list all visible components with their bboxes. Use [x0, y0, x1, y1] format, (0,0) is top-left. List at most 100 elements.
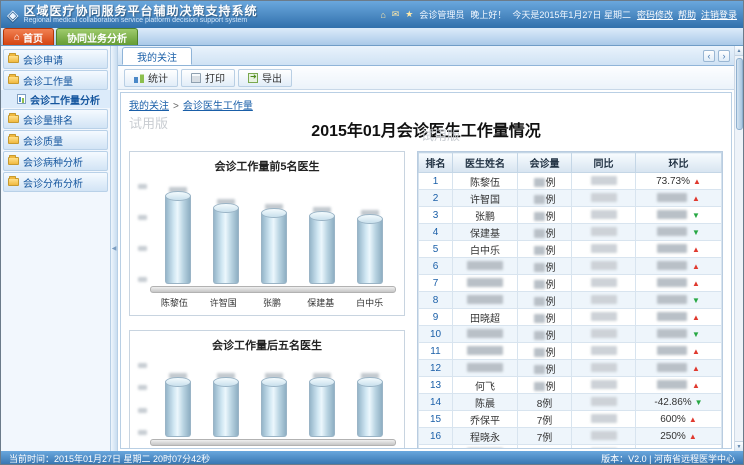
sidebar-item[interactable]: 会诊分布分析: [3, 172, 108, 192]
sidebar-item-label: 会诊量排名: [23, 112, 73, 127]
table-column: 排名医生姓名会诊量同比环比 1陈黎伍例73.73%▲2许智国例▲3张鹏例▼4保建…: [417, 151, 723, 449]
chart-title: 会诊工作量后五名医生: [136, 337, 398, 353]
chart-base: [150, 439, 396, 446]
sidebar-item-label: 会诊申请: [23, 52, 63, 67]
sidebar-collapse-handle[interactable]: ◀: [111, 46, 118, 451]
mom-blur: [657, 244, 687, 253]
name-cell: [453, 275, 518, 292]
table-row: 14陈晨8例-42.86%▼: [419, 394, 722, 411]
yoy-blur: [591, 227, 617, 236]
scroll-up-icon[interactable]: ▲: [735, 46, 744, 56]
toolbar-button-label: 导出: [262, 70, 282, 85]
sidebar-item[interactable]: 会诊病种分析: [3, 151, 108, 171]
yoy-blur: [591, 431, 617, 440]
trend-up-icon: ▲: [692, 194, 700, 203]
mom-cell: 600%▲: [636, 411, 722, 428]
mom-blur: [657, 295, 687, 304]
rank-cell: 4: [419, 224, 453, 241]
breadcrumb-link[interactable]: 会诊医生工作量: [183, 101, 253, 112]
bar: [165, 195, 191, 284]
sidebar-item[interactable]: 会诊量排名: [3, 109, 108, 129]
mom-cell: 250%▲: [636, 445, 722, 450]
trend-up-icon: ▲: [692, 245, 700, 254]
scroll-down-icon[interactable]: ▼: [735, 441, 744, 451]
trend-down-icon: ▼: [695, 398, 703, 407]
name-cell: [453, 360, 518, 377]
trend-down-icon: ▼: [692, 330, 700, 339]
bar: [357, 381, 383, 437]
mom-cell: ▼: [636, 292, 722, 309]
nav-tab-home[interactable]: ⌂ 首页: [3, 28, 54, 45]
main-nav: ⌂ 首页 协同业务分析: [1, 28, 743, 46]
axis-tick-blur: [138, 277, 147, 282]
axis-tick-blur: [138, 184, 147, 189]
export-button[interactable]: 导出: [238, 69, 292, 87]
tab-prev-icon[interactable]: ‹: [703, 50, 715, 62]
header-link[interactable]: 密码修改: [637, 8, 673, 21]
print-button[interactable]: 打印: [181, 69, 235, 87]
table-body: 1陈黎伍例73.73%▲2许智国例▲3张鹏例▼4保建基例▼5白中乐例▲6例▲7例…: [419, 173, 722, 450]
content-area: 我的关注 ‹ › 统计打印 导出 试用版 试用版 我的关注>会诊医生工作量 201…: [118, 46, 734, 451]
volume-unit: 例: [546, 178, 556, 189]
stats-button[interactable]: 统计: [124, 69, 178, 87]
rank-cell: 9: [419, 309, 453, 326]
star-icon: ★: [405, 9, 413, 20]
mom-value: 600%: [660, 414, 686, 425]
mom-blur: [657, 227, 687, 236]
tab-my-focus[interactable]: 我的关注: [122, 47, 192, 65]
volume-cell: 例: [518, 360, 572, 377]
plot-area: [150, 361, 398, 437]
sidebar-item[interactable]: 会诊工作量: [3, 70, 108, 90]
mom-value: -42.86%: [654, 397, 691, 408]
date-label: 今天是2015年1月27日 星期二: [512, 8, 631, 21]
trend-up-icon: ▲: [692, 364, 700, 373]
category-label: 陈黎伍: [150, 296, 199, 309]
bar: [309, 215, 335, 284]
mom-blur: [657, 210, 687, 219]
sidebar: 会诊申请会诊工作量会诊工作量分析会诊量排名会诊质量会诊病种分析会诊分布分析: [1, 46, 111, 451]
report-panel: 试用版 试用版 我的关注>会诊医生工作量 2015年01月会诊医生工作量情况 会…: [120, 92, 732, 449]
y-axis: [136, 182, 150, 284]
yoy-cell: [572, 326, 636, 343]
rank-cell: 12: [419, 360, 453, 377]
folder-icon: [8, 178, 19, 186]
header-link[interactable]: 注销登录: [701, 8, 737, 21]
table-row: 17例250%▲: [419, 445, 722, 450]
app-titles: 区域医疗协同服务平台辅助决策支持系统 Regional medical coll…: [24, 5, 258, 25]
rank-cell: 8: [419, 292, 453, 309]
table-row: 13何飞例▲: [419, 377, 722, 394]
yoy-blur: [591, 176, 617, 185]
sidebar-item[interactable]: 会诊质量: [3, 130, 108, 150]
name-cell: [453, 292, 518, 309]
sidebar-subitem[interactable]: 会诊工作量分析: [1, 90, 110, 108]
header-links: 密码修改帮助注销登录: [637, 8, 737, 21]
bar-group: [213, 373, 239, 437]
scrollbar-thumb[interactable]: [736, 58, 743, 130]
volume-blur: [534, 178, 545, 187]
sidebar-subitem-label: 会诊工作量分析: [30, 92, 100, 107]
chart-plot: [136, 182, 398, 284]
greeting-label: 晚上好！: [470, 8, 506, 21]
app-logo-icon: ◈: [7, 6, 19, 24]
home-icon[interactable]: ⌂: [380, 10, 385, 20]
chart-plot: [136, 361, 398, 437]
yoy-blur: [591, 329, 617, 338]
volume-cell: 例: [518, 224, 572, 241]
folder-icon: [8, 136, 19, 144]
volume-blur: [534, 195, 545, 204]
mail-icon[interactable]: ✉: [392, 9, 400, 20]
header-link[interactable]: 帮助: [678, 8, 696, 21]
tab-next-icon[interactable]: ›: [718, 50, 730, 62]
nav-tab-analysis[interactable]: 协同业务分析: [56, 28, 138, 45]
sidebar-item[interactable]: 会诊申请: [3, 49, 108, 69]
mom-cell: ▲: [636, 360, 722, 377]
volume-cell: 例: [518, 309, 572, 326]
rank-cell: 14: [419, 394, 453, 411]
yoy-blur: [591, 363, 617, 372]
vertical-scrollbar[interactable]: ▲ ▼: [734, 46, 743, 451]
volume-blur: [534, 280, 545, 289]
breadcrumb-link[interactable]: 我的关注: [129, 101, 169, 112]
name-cell: 田晓超: [453, 309, 518, 326]
mom-cell: ▲: [636, 241, 722, 258]
collapse-left-icon: ◀: [112, 245, 117, 252]
